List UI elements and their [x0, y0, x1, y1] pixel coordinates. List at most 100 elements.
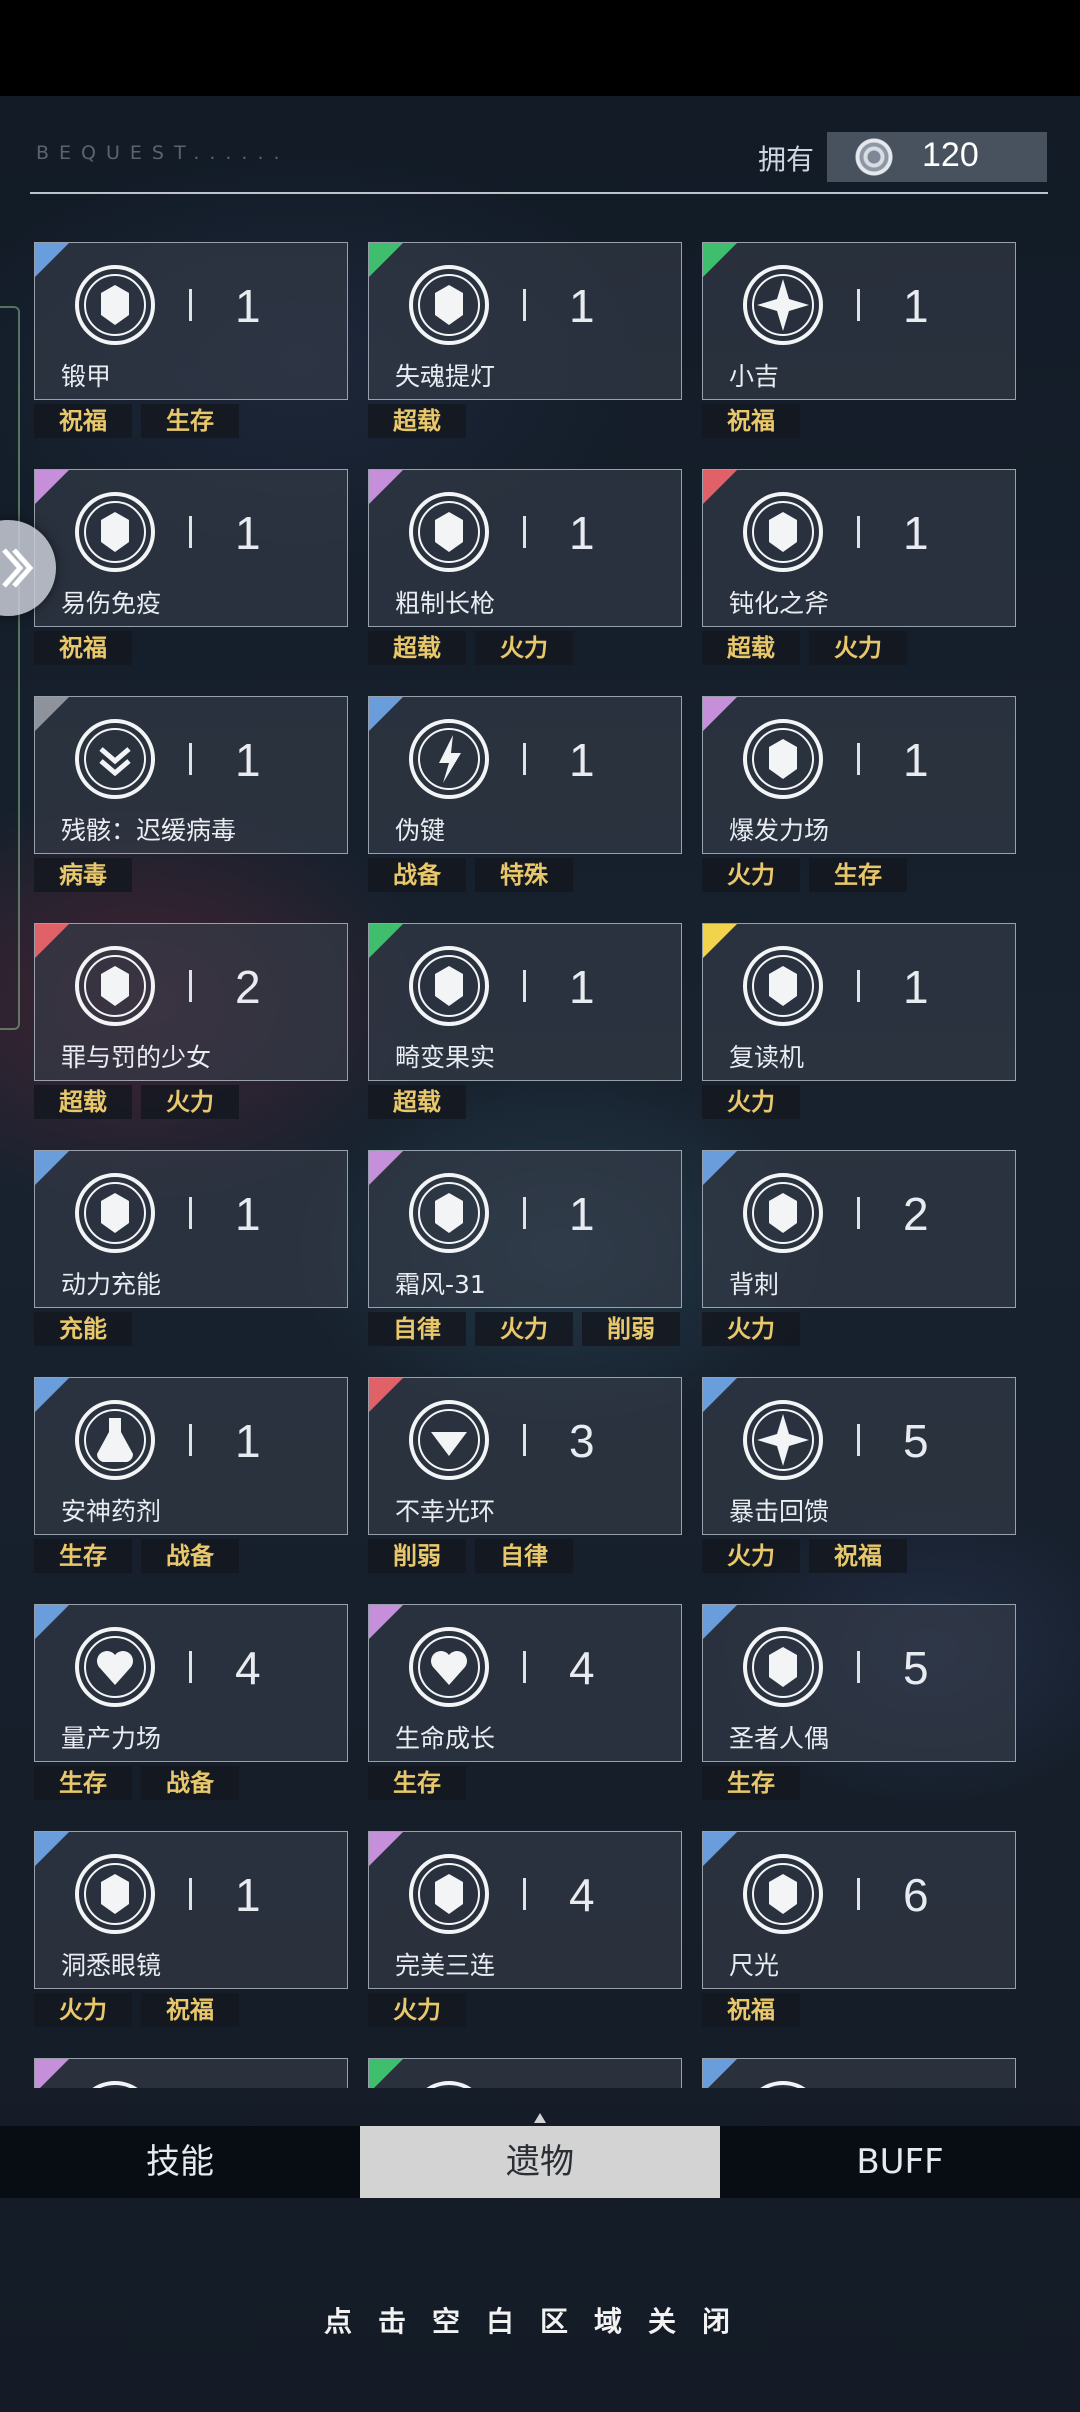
relic-name: 暴击回馈	[729, 1497, 830, 1526]
relic-card[interactable]: 2 罪与罚的少女	[34, 923, 348, 1081]
tap-blank-to-close-hint[interactable]: 点击空白区域关闭	[0, 2300, 1080, 2340]
relic-count: 1	[903, 961, 929, 1013]
rarity-corner	[369, 1151, 403, 1185]
relic-card[interactable]: 1 失魂提灯	[368, 242, 682, 400]
rarity-corner	[35, 924, 69, 958]
relic-tag: 生存	[34, 1766, 132, 1800]
relic-card[interactable]: 1 安神药剂	[34, 1377, 348, 1535]
rarity-corner	[703, 470, 737, 504]
star-compass-icon	[739, 261, 827, 349]
relic-tag: 火力	[368, 1993, 466, 2027]
relic-name: 安神药剂	[61, 1497, 162, 1526]
divider	[189, 1878, 192, 1910]
relic-count: 1	[235, 1188, 261, 1240]
relic-name: 易伤免疫	[61, 589, 162, 618]
armor-m-icon	[71, 261, 159, 349]
rarity-corner	[369, 2059, 403, 2088]
rarity-corner	[35, 1378, 69, 1412]
lantern-icon	[405, 261, 493, 349]
relic-count: 1	[903, 734, 929, 786]
relic-card[interactable]: 1 复读机	[702, 923, 1016, 1081]
relic-tag: 超载	[34, 1085, 132, 1119]
relic-card[interactable]: 1 易伤免疫	[34, 469, 348, 627]
tab-skills[interactable]: 技能	[0, 2126, 360, 2198]
relic-card[interactable]: 5 圣者人偶	[702, 1604, 1016, 1762]
divider	[523, 1424, 526, 1456]
relic-tag: 超载	[368, 404, 466, 438]
spear-icon	[405, 488, 493, 576]
relic-card[interactable]: 1 洞悉眼镜	[34, 1831, 348, 1989]
relic-name: 复读机	[729, 1043, 805, 1072]
relic-tag: 削弱	[582, 1312, 680, 1346]
relic-card[interactable]: 1 锻甲	[34, 242, 348, 400]
relic-tag: 火力	[475, 631, 573, 665]
relic-card[interactable]: 4 完美三连	[368, 1831, 682, 1989]
potion-icon	[71, 1396, 159, 1484]
relic-tag: 自律	[368, 1312, 466, 1346]
rarity-corner	[369, 470, 403, 504]
relic-card[interactable]: 1 小吉	[702, 242, 1016, 400]
relic-tag: 火力	[702, 858, 800, 892]
relic-tag: 超载	[702, 631, 800, 665]
tab-buff[interactable]: BUFF	[720, 2126, 1080, 2198]
relic-card[interactable]: 6 尺光	[702, 1831, 1016, 1989]
tab-relics[interactable]: 遗物	[360, 2126, 720, 2198]
relic-card[interactable]	[368, 2058, 682, 2088]
rarity-corner	[703, 924, 737, 958]
relic-tag: 火力	[702, 1539, 800, 1573]
relic-card[interactable]	[702, 2058, 1016, 2088]
relic-card[interactable]: 1 霜风-31	[368, 1150, 682, 1308]
relic-card[interactable]: 2 背刺	[702, 1150, 1016, 1308]
maiden-icon	[71, 942, 159, 1030]
relic-count: 5	[903, 1415, 929, 1467]
relic-name: 背刺	[729, 1270, 780, 1299]
relic-card[interactable]: 1 钝化之斧	[702, 469, 1016, 627]
divider	[189, 289, 192, 321]
broken-shield-icon	[71, 488, 159, 576]
divider	[189, 516, 192, 548]
down-arrow-ring-icon	[405, 1396, 493, 1484]
relic-name: 爆发力场	[729, 816, 830, 845]
frost-mech-icon	[405, 1169, 493, 1257]
relic-card[interactable]: 1 爆发力场	[702, 696, 1016, 854]
ruler-light-icon	[739, 1850, 827, 1938]
relic-count: 1	[235, 507, 261, 559]
divider	[189, 743, 192, 775]
relic-tag: 生存	[141, 404, 239, 438]
relic-card[interactable]	[34, 2058, 348, 2088]
relic-card[interactable]: 1 残骸：迟缓病毒	[34, 696, 348, 854]
partial-icon	[405, 2077, 493, 2088]
rarity-corner	[35, 697, 69, 731]
relic-card[interactable]: 3 不幸光环	[368, 1377, 682, 1535]
rarity-corner	[703, 697, 737, 731]
relic-count: 1	[235, 734, 261, 786]
relic-tag: 病毒	[34, 858, 132, 892]
relic-tag: 火力	[702, 1085, 800, 1119]
glasses-icon	[71, 1850, 159, 1938]
relic-card[interactable]: 1 畸变果实	[368, 923, 682, 1081]
relic-name: 不幸光环	[395, 1497, 496, 1526]
relic-card[interactable]: 5 暴击回馈	[702, 1377, 1016, 1535]
relic-card[interactable]: 4 生命成长	[368, 1604, 682, 1762]
relic-tag: 战备	[141, 1539, 239, 1573]
partial-icon	[739, 2077, 827, 2088]
rarity-corner	[369, 924, 403, 958]
relic-tag: 削弱	[368, 1539, 466, 1573]
relic-name: 完美三连	[395, 1951, 496, 1980]
relic-card[interactable]: 1 伪键	[368, 696, 682, 854]
triple-swirl-icon	[405, 1850, 493, 1938]
relic-tag: 生存	[702, 1766, 800, 1800]
relic-count: 4	[569, 1869, 595, 1921]
rarity-corner	[703, 1151, 737, 1185]
relic-tag: 生存	[368, 1766, 466, 1800]
side-drawer-edge[interactable]	[0, 306, 20, 1030]
divider	[189, 970, 192, 1002]
cassette-icon	[739, 942, 827, 1030]
relic-name: 小吉	[729, 362, 780, 391]
relic-tag: 战备	[368, 858, 466, 892]
relic-card[interactable]: 1 动力充能	[34, 1150, 348, 1308]
relic-card[interactable]: 1 粗制长枪	[368, 469, 682, 627]
relic-card[interactable]: 4 量产力场	[34, 1604, 348, 1762]
relic-name: 锻甲	[61, 362, 112, 391]
relic-count: 1	[569, 734, 595, 786]
